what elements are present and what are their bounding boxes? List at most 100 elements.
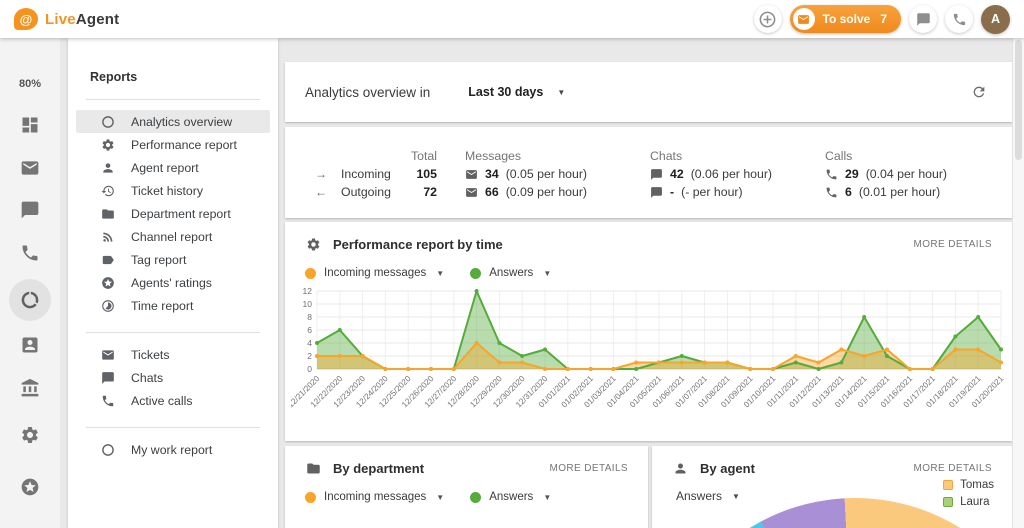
sidebar-item-agents-ratings[interactable]: Agents' ratings — [76, 271, 270, 294]
sidebar-item-department-report[interactable]: Department report — [76, 202, 270, 225]
svg-text:0: 0 — [307, 364, 312, 374]
rail-item-settings[interactable] — [19, 424, 41, 446]
more-details-link[interactable]: MORE DETAILS — [549, 463, 628, 474]
circle-icon — [100, 442, 115, 457]
chat-icon — [650, 168, 663, 181]
sidebar-item-channel-report[interactable]: Channel report — [76, 225, 270, 248]
plus-circle-icon — [758, 10, 777, 29]
rail-item-phone[interactable] — [19, 242, 41, 264]
dashboard-icon — [20, 115, 40, 135]
sidebar-item-label: Tag report — [131, 253, 186, 267]
folder-icon — [100, 206, 115, 221]
chat-icon — [650, 186, 663, 199]
stat-cell-messages: 66 (0.09 per hour) — [465, 183, 650, 201]
chevron-down-icon: ▼ — [543, 269, 551, 278]
header-actions: To solve 7 A — [754, 5, 1010, 34]
phone-icon — [100, 393, 115, 408]
usage-percent: 80% — [0, 78, 60, 90]
avatar[interactable]: A — [981, 5, 1010, 34]
svg-text:10: 10 — [303, 299, 313, 309]
rail-item-reports[interactable] — [19, 289, 41, 311]
answers-filter-dropdown[interactable]: Answers ▼ — [676, 489, 766, 503]
rss-icon — [100, 229, 115, 244]
calls-value: 6 — [845, 185, 852, 199]
calls-rate: (0.04 per hour) — [866, 167, 947, 181]
sidebar-item-ticket-history[interactable]: Ticket history — [76, 179, 270, 202]
messages-value: 66 — [485, 185, 499, 199]
legend-swatch — [943, 480, 953, 490]
sidebar-item-active-calls[interactable]: Active calls — [76, 389, 270, 412]
mail-icon — [465, 168, 478, 181]
to-solve-button[interactable]: To solve 7 — [790, 5, 901, 33]
sidebar-item-time-report[interactable]: Time report — [76, 294, 270, 317]
chevron-down-icon: ▼ — [436, 269, 444, 278]
chat-icon — [20, 200, 40, 220]
refresh-button[interactable] — [966, 79, 992, 105]
divider — [86, 332, 260, 333]
sidebar-item-tag-report[interactable]: Tag report — [76, 248, 270, 271]
rail-item-chat[interactable] — [19, 199, 41, 221]
gear-icon — [305, 236, 321, 252]
person-icon — [100, 160, 115, 175]
column-header-chats: Chats — [650, 147, 825, 165]
rail-item-dashboard[interactable] — [19, 114, 41, 136]
column-header-total: Total — [390, 147, 437, 165]
sidebar-item-analytics-overview[interactable]: Analytics overview — [76, 110, 270, 133]
legend-item-incoming-messages[interactable]: Incoming messages▼ — [305, 491, 444, 503]
mail-icon — [100, 347, 115, 362]
more-details-link[interactable]: MORE DETAILS — [913, 463, 992, 474]
sidebar-item-my-work-report[interactable]: My work report — [76, 438, 270, 461]
refresh-icon — [971, 84, 987, 100]
answers-filter-value: Answers — [676, 489, 722, 503]
scrollbar-thumb[interactable] — [1015, 40, 1022, 160]
chats-value: 42 — [670, 167, 684, 181]
analytics-overview-card: Analytics overview in Last 30 days ▼ — [285, 62, 1012, 122]
divider — [86, 427, 260, 428]
header-chats-button[interactable] — [909, 5, 937, 33]
header-calls-button[interactable] — [945, 5, 973, 33]
sidebar-item-performance-report[interactable]: Performance report — [76, 133, 270, 156]
messages-rate: (0.09 per hour) — [506, 185, 587, 199]
rail-item-mail[interactable] — [19, 157, 41, 179]
sidebar-item-label: Ticket history — [131, 184, 203, 198]
date-range-dropdown[interactable]: Last 30 days ▼ — [468, 85, 565, 99]
svg-text:4: 4 — [307, 338, 312, 348]
legend-item-answers[interactable]: Answers▼ — [470, 267, 551, 279]
star-icon — [100, 275, 115, 290]
svg-text:2: 2 — [307, 351, 312, 361]
svg-text:12: 12 — [303, 286, 313, 296]
column-header-messages: Messages — [465, 147, 650, 165]
envelope-icon — [793, 8, 815, 30]
settings-icon — [20, 425, 40, 445]
to-solve-label: To solve — [823, 12, 871, 26]
sidebar-item-label: Tickets — [131, 348, 170, 362]
stat-cell-calls: 6(0.01 per hour) — [825, 183, 1012, 201]
top-header: @ LiveAgent To solve 7 A — [0, 0, 1024, 38]
by-agent-title: By agent — [700, 461, 755, 476]
svg-text:6: 6 — [307, 325, 312, 335]
chevron-down-icon: ▼ — [557, 88, 565, 97]
stats-card: TotalMessagesChatsCalls→Incoming10534(0.… — [285, 127, 1012, 218]
legend-item-answers[interactable]: Answers▼ — [470, 491, 551, 503]
chevron-down-icon: ▼ — [543, 493, 551, 502]
rail-item-star[interactable] — [19, 476, 41, 498]
legend-dot — [470, 492, 481, 503]
sidebar-item-label: Department report — [131, 207, 231, 221]
sidebar-item-label: Active calls — [131, 394, 193, 408]
logo-bubble-icon: @ — [14, 8, 38, 30]
scrollbar[interactable] — [1012, 38, 1024, 528]
rail-item-contacts[interactable] — [19, 334, 41, 356]
rail-item-bank[interactable] — [19, 377, 41, 399]
gear-icon — [100, 137, 115, 152]
sidebar-item-tickets[interactable]: Tickets — [76, 343, 270, 366]
reports-icon — [20, 290, 40, 310]
messages-value: 34 — [485, 167, 499, 181]
more-details-link[interactable]: MORE DETAILS — [913, 239, 992, 250]
legend-item-incoming-messages[interactable]: Incoming messages▼ — [305, 267, 444, 279]
add-button[interactable] — [754, 5, 782, 33]
sidebar-item-chats[interactable]: Chats — [76, 366, 270, 389]
legend-dot — [305, 268, 316, 279]
agent-legend-item-tomas: Tomas — [943, 479, 994, 491]
phone-icon — [952, 12, 967, 27]
sidebar-item-agent-report[interactable]: Agent report — [76, 156, 270, 179]
